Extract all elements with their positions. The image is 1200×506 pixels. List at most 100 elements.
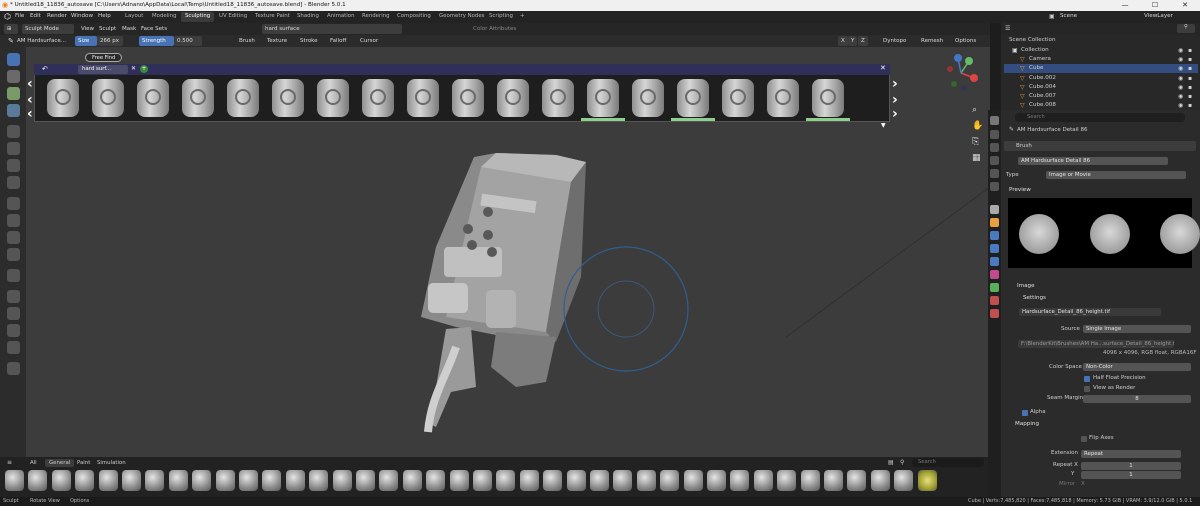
scroll-right-top[interactable]: ›: [892, 76, 898, 92]
shelf-brush[interactable]: [590, 470, 609, 491]
shelf-tab-all[interactable]: All: [26, 459, 41, 467]
brush-thumbnail[interactable]: [542, 79, 574, 117]
physics-tab-icon[interactable]: [990, 257, 999, 266]
shelf-tab-simulation[interactable]: Simulation: [93, 459, 130, 467]
mapping-panel-header[interactable]: Mapping: [1015, 421, 1039, 427]
shelf-brush[interactable]: [75, 470, 95, 491]
shelf-search-input[interactable]: Search: [912, 458, 984, 467]
render-camera-icon[interactable]: ▪: [1188, 64, 1192, 73]
alpha-checkbox[interactable]: [1022, 410, 1028, 416]
add-workspace-button[interactable]: +: [516, 12, 529, 22]
menu-help[interactable]: Help: [98, 13, 111, 19]
workspace-tab-modeling[interactable]: Modeling: [148, 12, 181, 22]
annotate-tool[interactable]: [7, 362, 20, 375]
mask-tool[interactable]: [7, 87, 20, 100]
brush-thumbnail[interactable]: [182, 79, 214, 117]
shelf-brush[interactable]: [262, 470, 282, 491]
view-layer-tab-icon[interactable]: [990, 156, 999, 165]
material-tab-icon[interactable]: [990, 296, 999, 305]
scene-tab-icon[interactable]: [990, 169, 999, 178]
pan-hand-icon[interactable]: ✋: [972, 121, 983, 131]
seam-margin-field[interactable]: 8: [1083, 395, 1191, 403]
shelf-brush[interactable]: [636, 470, 656, 491]
back-arrow-icon[interactable]: ↶: [42, 65, 48, 73]
settings-subpanel-header[interactable]: Settings: [1023, 295, 1046, 301]
source-dropdown[interactable]: Single Image: [1083, 325, 1191, 333]
view-layer-selector[interactable]: ViewLayer: [1144, 13, 1173, 19]
shelf-brush[interactable]: [683, 470, 703, 491]
outliner-row[interactable]: ▽ Cube.007 ◉ ▪: [1004, 92, 1198, 101]
shelf-brush[interactable]: [285, 470, 305, 491]
type-dropdown[interactable]: Image or Movie: [1046, 171, 1186, 179]
shelf-brush[interactable]: [660, 470, 680, 491]
shelf-brush[interactable]: [98, 470, 118, 491]
image-path-field[interactable]: F:\BlenderKit\Brushes\AM Ha...surface_De…: [1018, 340, 1174, 348]
brush-datablock-field[interactable]: AM Hardsurface Detail 86: [1018, 157, 1168, 165]
image-panel-header[interactable]: Image: [1017, 283, 1035, 289]
workspace-tab-scripting[interactable]: Scripting: [485, 12, 517, 22]
box-hide-tool[interactable]: [7, 142, 20, 155]
move-tool[interactable]: [7, 290, 20, 303]
brush-thumbnail[interactable]: [722, 79, 754, 117]
shelf-filter-icon[interactable]: ⚲: [900, 459, 904, 466]
visibility-eye-icon[interactable]: ◉: [1178, 46, 1183, 55]
render-camera-icon[interactable]: ▪: [1188, 46, 1192, 55]
zoom-icon[interactable]: ⌕: [972, 105, 977, 115]
scene-selector[interactable]: Scene: [1060, 13, 1077, 19]
edit-face-set-tool[interactable]: [7, 269, 20, 282]
shelf-brush[interactable]: [777, 470, 797, 491]
shelf-brush[interactable]: [356, 470, 375, 491]
shelf-brush[interactable]: [847, 470, 867, 491]
camera-view-icon[interactable]: ⎘: [972, 137, 979, 147]
shelf-brush[interactable]: [894, 470, 914, 491]
remesh-menu[interactable]: Remesh: [918, 36, 946, 46]
shelf-brush[interactable]: [122, 470, 141, 491]
visibility-eye-icon[interactable]: ◉: [1178, 92, 1183, 101]
shelf-brush[interactable]: [379, 470, 399, 491]
visibility-eye-icon[interactable]: ◉: [1178, 55, 1183, 64]
add-tab-button[interactable]: +: [140, 65, 148, 73]
shelf-brush[interactable]: [28, 470, 48, 491]
brush-menu[interactable]: Brush: [236, 36, 258, 46]
shelf-brush[interactable]: [800, 470, 820, 491]
flip-axes-checkbox[interactable]: [1081, 436, 1087, 442]
expand-popup-icon[interactable]: ▼: [881, 122, 886, 129]
rotate-tool[interactable]: [7, 307, 20, 320]
properties-search-input[interactable]: Search: [1015, 113, 1185, 122]
brush-thumbnail[interactable]: [137, 79, 169, 117]
brush-thumbnail[interactable]: [497, 79, 529, 117]
scale-tool[interactable]: [7, 324, 20, 337]
brush-thumbnail[interactable]: [587, 79, 619, 117]
close-popup-icon[interactable]: ✕: [880, 64, 886, 72]
shelf-brush[interactable]: [168, 470, 188, 491]
shelf-brush[interactable]: [309, 470, 329, 491]
shelf-brush[interactable]: [543, 470, 563, 491]
render-camera-icon[interactable]: ▪: [1188, 83, 1192, 92]
outliner-filter-icon[interactable]: ⚲: [1177, 24, 1195, 33]
scroll-left-bottom[interactable]: ‹: [27, 106, 33, 122]
shelf-brush[interactable]: [824, 470, 843, 491]
shelf-brush[interactable]: [402, 470, 422, 491]
dyntopo-menu[interactable]: Dyntopo: [880, 36, 909, 46]
outliner-row[interactable]: ▽ Cube.002 ◉ ▪: [1004, 74, 1198, 83]
scroll-left-top[interactable]: ‹: [27, 76, 33, 92]
color-space-dropdown[interactable]: Non-Color: [1083, 363, 1191, 371]
minimize-button[interactable]: —: [1110, 0, 1140, 11]
workspace-tab-texture-paint[interactable]: Texture Paint: [251, 12, 294, 22]
close-window-button[interactable]: ✕: [1170, 0, 1200, 11]
shelf-brush[interactable]: [917, 470, 937, 491]
outliner-row[interactable]: ▽ Cube.008 ◉ ▪: [1004, 101, 1198, 110]
shelf-brush[interactable]: [496, 470, 516, 491]
workspace-tab-uv-editing[interactable]: UV Editing: [215, 12, 251, 22]
maximize-button[interactable]: ☐: [1140, 0, 1170, 11]
shelf-brush[interactable]: [753, 470, 773, 491]
shelf-brush[interactable]: [566, 470, 586, 491]
brush-thumbnail[interactable]: [407, 79, 439, 117]
view-as-render-checkbox[interactable]: [1084, 386, 1090, 392]
blender-menu-icon[interactable]: ⌬: [4, 12, 11, 21]
brush-thumbnail[interactable]: [227, 79, 259, 117]
modifiers-tab-icon[interactable]: [990, 231, 999, 240]
mirror-x-toggle[interactable]: X: [1081, 480, 1085, 489]
editor-type-icon[interactable]: ⊞: [4, 24, 18, 34]
cursor-menu[interactable]: Cursor: [357, 36, 381, 46]
